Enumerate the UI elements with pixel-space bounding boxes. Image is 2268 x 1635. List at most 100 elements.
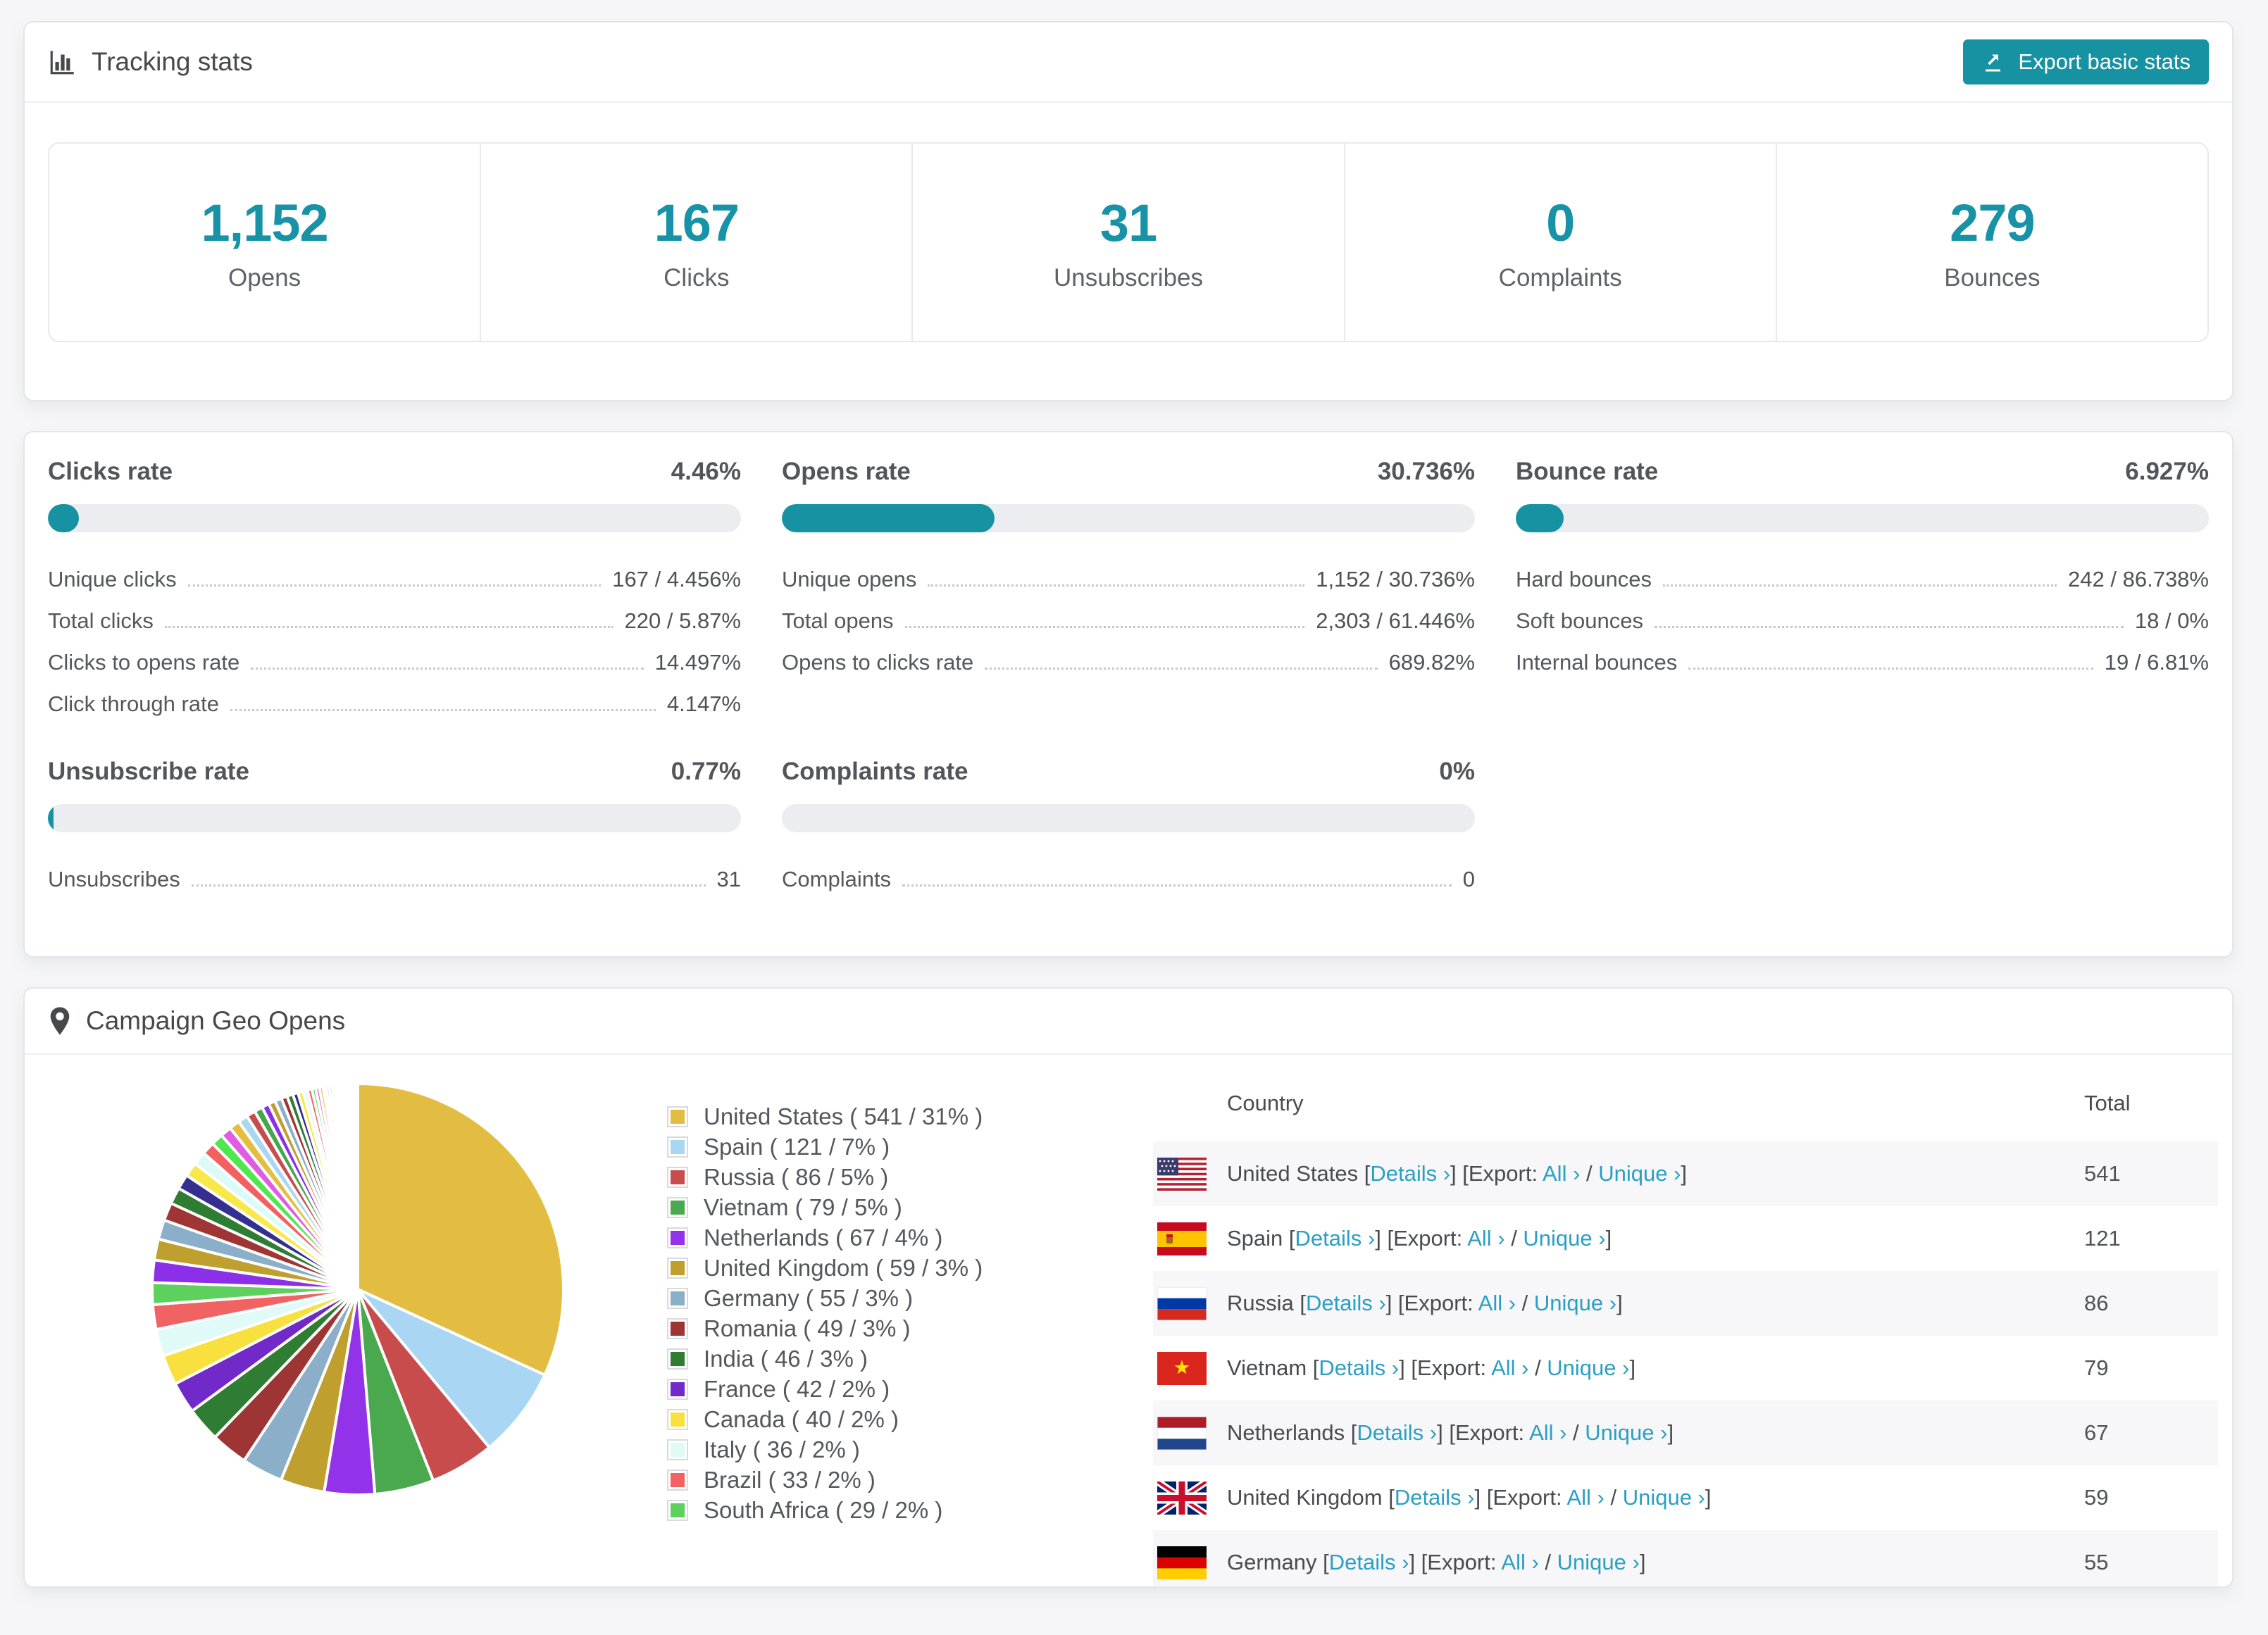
rate-section-title: Bounce rate xyxy=(1516,458,1659,485)
details-link[interactable]: Details › xyxy=(1319,1355,1399,1380)
export-unique-link[interactable]: Unique › xyxy=(1523,1226,1605,1251)
rate-section-title: Opens rate xyxy=(782,458,911,485)
export-all-link[interactable]: All › xyxy=(1529,1420,1566,1445)
rate-section-value: 4.46% xyxy=(671,458,741,485)
country-cell: United States [Details ›] [Export: All ›… xyxy=(1227,1161,1688,1186)
rate-progress-track xyxy=(1516,504,2209,532)
export-unique-link[interactable]: Unique › xyxy=(1623,1485,1705,1510)
export-all-link[interactable]: All › xyxy=(1491,1355,1528,1380)
dotted-leader xyxy=(191,884,706,887)
rate-section-header: Opens rate 30.736% xyxy=(782,458,1475,494)
export-all-link[interactable]: All › xyxy=(1501,1550,1538,1574)
export-all-link[interactable]: All › xyxy=(1478,1291,1516,1315)
legend-item-france: France ( 42 / 2% ) xyxy=(667,1374,1118,1404)
rates-grid: Clicks rate 4.46% Unique clicks 167 / 4.456… xyxy=(48,458,2209,894)
rates-card: Clicks rate 4.46% Unique clicks 167 / 4.456… xyxy=(23,431,2233,958)
rate-progress-fill xyxy=(1516,504,1564,532)
legend-item-south-africa: South Africa ( 29 / 2% ) xyxy=(667,1495,1118,1525)
geo-pie-chart xyxy=(147,1078,569,1501)
legend-swatch xyxy=(667,1166,688,1188)
rate-section-unsubscribe-rate: Unsubscribe rate 0.77% Unsubscribes 31 xyxy=(48,758,741,894)
legend-label: Germany ( 55 / 3% ) xyxy=(704,1284,914,1311)
rate-metric-value: 220 / 5.87% xyxy=(624,608,741,633)
table-row-netherlands: Netherlands [Details ›] [Export: All › /… xyxy=(1153,1401,2218,1465)
export-unique-link[interactable]: Unique › xyxy=(1585,1420,1667,1445)
stat-card-bounces: 279 Bounces xyxy=(1777,144,2207,341)
legend-label: Russia ( 86 / 5% ) xyxy=(704,1163,889,1190)
legend-item-spain: Spain ( 121 / 7% ) xyxy=(667,1132,1118,1162)
legend-item-germany: Germany ( 55 / 3% ) xyxy=(667,1283,1118,1313)
details-link[interactable]: Details › xyxy=(1295,1226,1376,1251)
rate-progress-fill xyxy=(48,804,54,832)
rate-metric-label: Internal bounces xyxy=(1516,650,1678,675)
export-unique-link[interactable]: Unique › xyxy=(1534,1291,1616,1315)
table-row-spain: Spain [Details ›] [Export: All › / Uniqu… xyxy=(1153,1206,2218,1271)
rate-metric-label: Complaints xyxy=(782,867,892,891)
details-link[interactable]: Details › xyxy=(1370,1161,1450,1186)
country-cell: Germany [Details ›] [Export: All › / Uni… xyxy=(1227,1550,1646,1574)
dotted-leader xyxy=(928,584,1305,587)
rate-metric-label: Opens to clicks rate xyxy=(782,650,974,675)
flag-germany-icon xyxy=(1157,1546,1207,1579)
country-column-header: Country xyxy=(1227,1090,1304,1115)
stat-label: Opens xyxy=(228,263,301,292)
legend-label: United Kingdom ( 59 / 3% ) xyxy=(704,1254,983,1281)
rate-progress-track xyxy=(782,804,1475,832)
rate-metric-value: 1,152 / 30.736% xyxy=(1316,567,1475,591)
rate-metric-row: Internal bounces 19 / 6.81% xyxy=(1516,635,2209,677)
rate-metric-value: 689.82% xyxy=(1388,650,1475,675)
legend-item-italy: Italy ( 36 / 2% ) xyxy=(667,1434,1118,1465)
export-all-link[interactable]: All › xyxy=(1566,1485,1604,1510)
details-link[interactable]: Details › xyxy=(1357,1420,1437,1445)
rate-metric-value: 2,303 / 61.446% xyxy=(1316,608,1475,633)
flag-cell xyxy=(1153,1481,1227,1515)
rate-metric-value: 31 xyxy=(716,867,741,891)
rate-metric-label: Total clicks xyxy=(48,608,154,633)
rate-metric-row: Hard bounces 242 / 86.738% xyxy=(1516,552,2209,594)
rate-section-header: Clicks rate 4.46% xyxy=(48,458,741,494)
details-link[interactable]: Details › xyxy=(1306,1291,1386,1315)
rate-metric-row: Unique clicks 167 / 4.456% xyxy=(48,552,741,594)
table-row-vietnam: Vietnam [Details ›] [Export: All › / Uni… xyxy=(1153,1336,2218,1401)
rate-progress-track xyxy=(48,804,741,832)
pie-slice-other-63 xyxy=(355,1082,359,1291)
stat-value: 31 xyxy=(1099,193,1157,252)
geo-table-body: United States [Details ›] [Export: All ›… xyxy=(1153,1141,2218,1586)
dotted-leader xyxy=(985,668,1378,670)
rate-metric-value: 18 / 0% xyxy=(2134,608,2209,633)
rate-metric-row: Opens to clicks rate 689.82% xyxy=(782,635,1475,677)
flag-cell xyxy=(1153,1546,1227,1579)
rate-progress-track xyxy=(48,504,741,532)
export-all-link[interactable]: All › xyxy=(1467,1226,1504,1251)
legend-swatch xyxy=(667,1408,688,1430)
legend-swatch xyxy=(667,1499,688,1521)
rate-progress-track xyxy=(782,504,1475,532)
export-all-link[interactable]: All › xyxy=(1543,1161,1580,1186)
export-unique-link[interactable]: Unique › xyxy=(1547,1355,1629,1380)
dotted-leader xyxy=(187,584,602,587)
legend-swatch xyxy=(667,1378,688,1400)
rate-metric-row: Total opens 2,303 / 61.446% xyxy=(782,594,1475,635)
legend-item-vietnam: Vietnam ( 79 / 5% ) xyxy=(667,1192,1118,1222)
table-row-germany: Germany [Details ›] [Export: All › / Uni… xyxy=(1153,1530,2218,1586)
rate-metric-value: 4.147% xyxy=(666,691,741,716)
geo-pie-legend: United States ( 541 / 31% ) Spain ( 121 /… xyxy=(667,1101,1118,1525)
dotted-leader xyxy=(251,668,644,670)
export-unique-link[interactable]: Unique › xyxy=(1598,1161,1681,1186)
details-link[interactable]: Details › xyxy=(1329,1550,1409,1574)
geo-pie-svg xyxy=(151,1082,565,1496)
legend-swatch xyxy=(667,1287,688,1309)
legend-label: France ( 42 / 2% ) xyxy=(704,1375,890,1402)
export-basic-stats-button[interactable]: Export basic stats xyxy=(1963,39,2209,84)
map-pin-icon xyxy=(50,1007,70,1035)
details-link[interactable]: Details › xyxy=(1395,1485,1475,1510)
country-name: United States xyxy=(1227,1161,1364,1186)
legend-item-romania: Romania ( 49 / 3% ) xyxy=(667,1313,1118,1343)
dotted-leader xyxy=(902,884,1452,887)
legend-label: Brazil ( 33 / 2% ) xyxy=(704,1466,876,1493)
country-name: Spain xyxy=(1227,1226,1289,1251)
rate-section-value: 0% xyxy=(1439,758,1475,785)
export-icon xyxy=(1986,54,2001,72)
export-unique-link[interactable]: Unique › xyxy=(1557,1550,1640,1574)
flag-spain-icon xyxy=(1157,1222,1207,1255)
